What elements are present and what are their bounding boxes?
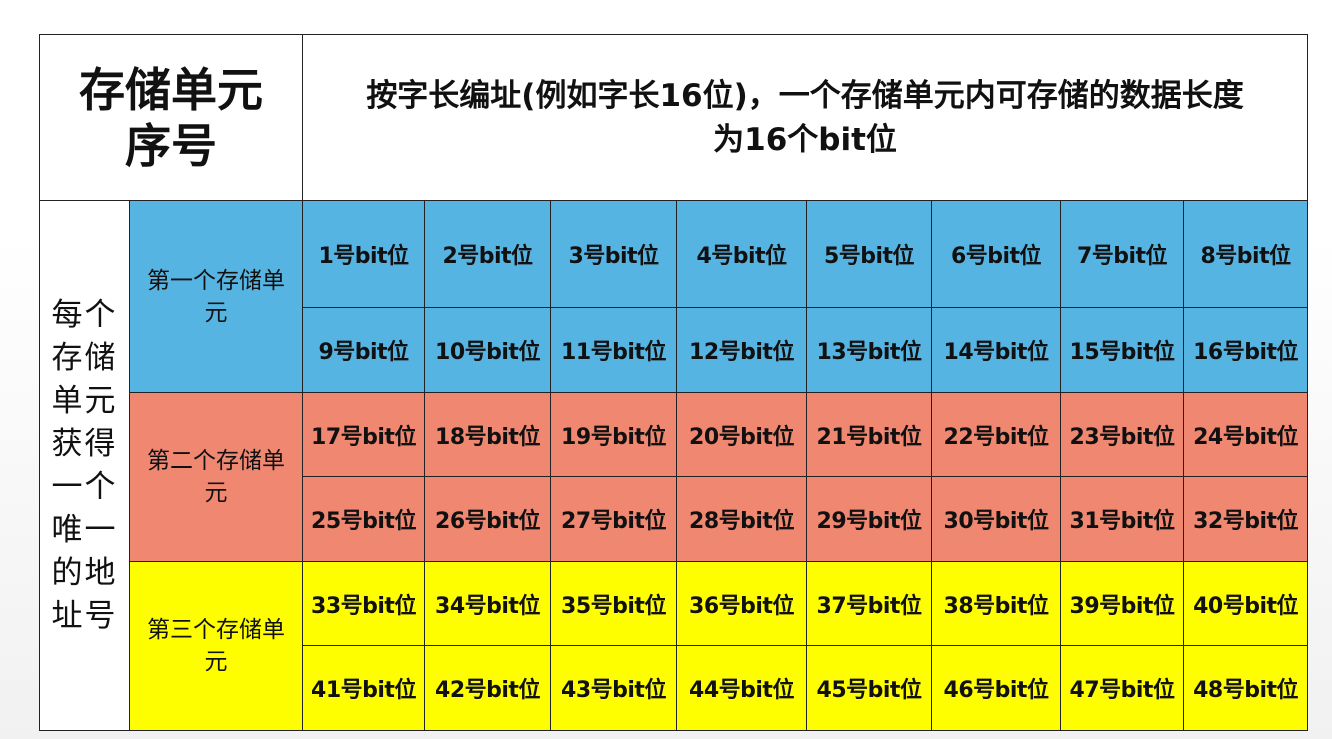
table-row: 第三个存储单 元 33号bit位 34号bit位 35号bit位 36号bit位… xyxy=(40,561,1309,731)
bit-cell: 36号bit位 xyxy=(676,561,807,646)
bit-cell: 20号bit位 xyxy=(676,392,807,477)
bit-cell: 4号bit位 xyxy=(676,200,807,308)
bit-cell: 31号bit位 xyxy=(1060,476,1184,562)
bit-cell: 44号bit位 xyxy=(676,645,807,731)
side-label-line: 址号 xyxy=(51,597,118,634)
bit-cell: 29号bit位 xyxy=(806,476,932,562)
memory-unit-3-label-line1: 第三个存储单 xyxy=(147,617,285,643)
bit-cell: 37号bit位 xyxy=(806,561,932,646)
side-label-line: 存储 xyxy=(51,339,118,376)
addressing-description-line2: 为16个bit位 xyxy=(713,121,897,158)
bit-cell: 48号bit位 xyxy=(1182,645,1309,731)
memory-unit-1-label-line2: 元 xyxy=(204,299,228,326)
bit-cell: 15号bit位 xyxy=(1060,307,1184,393)
corner-header-line1: 存储单元 xyxy=(79,62,263,117)
bit-cell: 8号bit位 xyxy=(1182,200,1309,308)
bit-cell: 22号bit位 xyxy=(931,392,1061,477)
bit-cell: 11号bit位 xyxy=(550,307,677,393)
bit-cell: 46号bit位 xyxy=(931,645,1061,731)
side-label-line: 唯一 xyxy=(51,511,118,548)
bit-cell: 9号bit位 xyxy=(302,307,425,393)
addressing-description-line1: 按字长编址(例如字长16位)，一个存储单元内可存储的数据长度 xyxy=(366,77,1244,114)
side-label-line: 的地 xyxy=(51,554,118,591)
bit-cell: 25号bit位 xyxy=(302,476,425,562)
bit-cell: 27号bit位 xyxy=(550,476,677,562)
unique-address-side-label: 每个 存储 单元 获得 一个 唯一 的地 址号 xyxy=(39,200,130,731)
table-row: 第二个存储单 元 17号bit位 18号bit位 19号bit位 20号bit位… xyxy=(40,392,1309,562)
bit-cell: 30号bit位 xyxy=(931,476,1061,562)
bit-cell: 7号bit位 xyxy=(1060,200,1184,308)
bit-cell: 19号bit位 xyxy=(550,392,677,477)
bit-cell: 26号bit位 xyxy=(424,476,551,562)
corner-header-line2: 序号 xyxy=(125,118,217,173)
bit-cell: 24号bit位 xyxy=(1182,392,1309,477)
bit-cell: 41号bit位 xyxy=(302,645,425,731)
corner-header-cell: 存储单元 序号 xyxy=(39,34,303,201)
bit-cell: 18号bit位 xyxy=(424,392,551,477)
side-label-line: 单元 xyxy=(51,382,118,419)
bit-cell: 42号bit位 xyxy=(424,645,551,731)
memory-unit-2-label: 第二个存储单 元 xyxy=(129,392,303,562)
bit-cell: 47号bit位 xyxy=(1060,645,1184,731)
side-label-line: 每个 xyxy=(51,296,118,333)
bit-cell: 14号bit位 xyxy=(931,307,1061,393)
memory-unit-2-label-line1: 第二个存储单 xyxy=(147,448,285,474)
memory-unit-1-label-line1: 第一个存储单 xyxy=(147,267,285,294)
bit-cell: 3号bit位 xyxy=(550,200,677,308)
bit-cell: 35号bit位 xyxy=(550,561,677,646)
bit-cell: 17号bit位 xyxy=(302,392,425,477)
bit-cell: 32号bit位 xyxy=(1182,476,1309,562)
bit-cell: 28号bit位 xyxy=(676,476,807,562)
memory-unit-3-label-line2: 元 xyxy=(204,649,228,675)
bit-cell: 39号bit位 xyxy=(1060,561,1184,646)
bit-cell: 43号bit位 xyxy=(550,645,677,731)
bit-cell: 45号bit位 xyxy=(806,645,932,731)
bit-cell: 13号bit位 xyxy=(806,307,932,393)
side-label-line: 一个 xyxy=(51,468,118,505)
bit-cell: 2号bit位 xyxy=(424,200,551,308)
bit-cell: 10号bit位 xyxy=(424,307,551,393)
memory-unit-table: 存储单元 序号 按字长编址(例如字长16位)，一个存储单元内可存储的数据长度 为… xyxy=(39,34,1309,731)
bit-cell: 1号bit位 xyxy=(302,200,425,308)
memory-unit-2-label-line2: 元 xyxy=(204,480,228,506)
bit-cell: 33号bit位 xyxy=(302,561,425,646)
memory-unit-1-label: 第一个存储单 元 xyxy=(129,200,303,393)
bit-cell: 16号bit位 xyxy=(1182,307,1309,393)
bit-cell: 40号bit位 xyxy=(1182,561,1309,646)
bit-cell: 5号bit位 xyxy=(806,200,932,308)
bit-cell: 6号bit位 xyxy=(931,200,1061,308)
side-label-line: 获得 xyxy=(51,425,118,462)
bit-cell: 12号bit位 xyxy=(676,307,807,393)
bit-cell: 23号bit位 xyxy=(1060,392,1184,477)
bit-cell: 34号bit位 xyxy=(424,561,551,646)
bit-cell: 38号bit位 xyxy=(931,561,1061,646)
table-row: 每个 存储 单元 获得 一个 唯一 的地 址号 第一个存储单 元 1号bit位 … xyxy=(39,200,1309,731)
bit-cell: 21号bit位 xyxy=(806,392,932,477)
addressing-description-cell: 按字长编址(例如字长16位)，一个存储单元内可存储的数据长度 为16个bit位 xyxy=(301,34,1309,201)
memory-unit-3-label: 第三个存储单 元 xyxy=(129,561,303,731)
